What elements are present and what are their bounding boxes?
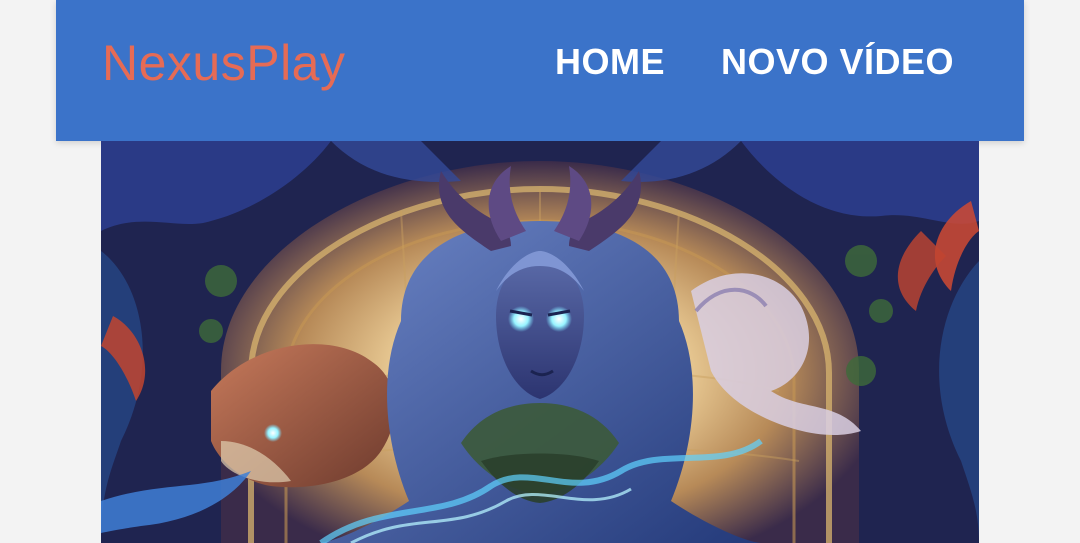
nav-new-video-link[interactable]: NOVO VÍDEO [721, 40, 954, 84]
hero-banner-image[interactable] [101, 141, 979, 543]
nav-home-link[interactable]: HOME [555, 40, 665, 84]
top-navbar: NexusPlay HOME NOVO VÍDEO [56, 0, 1024, 141]
banner-artwork [101, 141, 979, 543]
main-nav: HOME NOVO VÍDEO [555, 40, 954, 84]
brand-logo[interactable]: NexusPlay [102, 33, 346, 93]
